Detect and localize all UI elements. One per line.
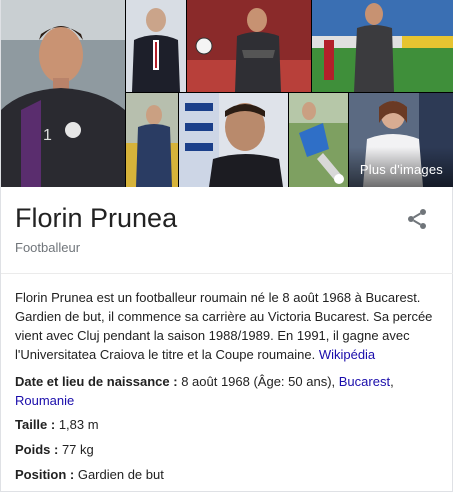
wikipedia-link[interactable]: Wikipédia xyxy=(319,347,375,362)
fact-height-value: 1,83 m xyxy=(55,417,99,432)
goalkeeper-photo: 1 xyxy=(1,0,125,187)
image-tile-6[interactable] xyxy=(179,93,288,187)
image-tile-3[interactable] xyxy=(187,0,311,92)
more-images-label[interactable]: Plus d'images xyxy=(360,162,443,177)
fact-birth: Date et lieu de naissance : 8 août 1968 … xyxy=(15,372,440,410)
image-tile-main[interactable]: 1 xyxy=(1,0,125,187)
fact-birth-sep: , xyxy=(390,374,394,389)
share-icon[interactable] xyxy=(405,207,429,231)
image-tile-2[interactable] xyxy=(126,0,186,92)
fact-weight-label: Poids : xyxy=(15,442,59,457)
fact-birth-value: 8 août 1968 (Âge: 50 ans), xyxy=(177,374,339,389)
fact-height: Taille : 1,83 m xyxy=(15,415,440,434)
image-tile-5[interactable] xyxy=(126,93,178,187)
fact-position-label: Position : xyxy=(15,467,75,482)
entity-title: Florin Prunea xyxy=(15,203,178,233)
knowledge-panel: 1 Plus d'images Florin Prunea Footballeu… xyxy=(0,0,453,492)
fact-weight-value: 77 kg xyxy=(58,442,94,457)
image-tile-4[interactable] xyxy=(312,0,453,92)
image-tile-7[interactable] xyxy=(289,93,348,187)
fact-birth-label: Date et lieu de naissance : xyxy=(15,374,178,389)
fact-weight: Poids : 77 kg xyxy=(15,440,440,459)
fact-height-label: Taille : xyxy=(15,417,56,432)
fact-position-value: Gardien de but xyxy=(74,467,164,482)
header-divider xyxy=(1,273,453,274)
entity-subtitle: Footballeur xyxy=(15,240,81,255)
roumanie-link[interactable]: Roumanie xyxy=(15,393,74,408)
fact-position: Position : Gardien de but xyxy=(15,465,440,484)
svg-text:1: 1 xyxy=(43,127,52,144)
description: Florin Prunea est un footballeur roumain… xyxy=(15,288,440,364)
bucarest-link[interactable]: Bucarest xyxy=(339,374,390,389)
image-mosaic: 1 Plus d'images xyxy=(1,0,453,187)
image-tile-more[interactable]: Plus d'images xyxy=(349,93,453,187)
